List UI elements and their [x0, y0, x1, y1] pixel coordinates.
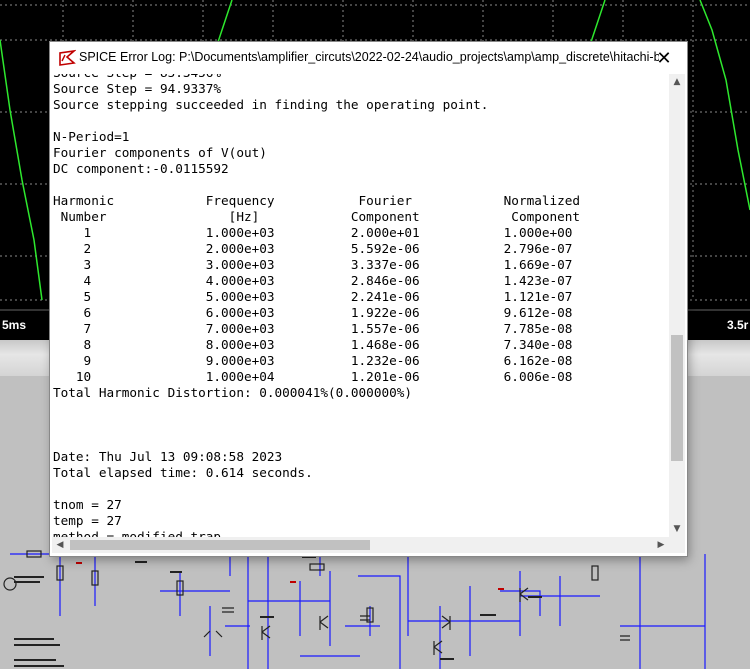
close-button[interactable]: ✕ [641, 42, 687, 74]
waveform-trace-4 [699, 0, 750, 211]
window-title: SPICE Error Log: P:\Documents\amplifier_… [79, 50, 659, 64]
scroll-up-arrow-icon[interactable]: ▲ [669, 74, 685, 90]
time-axis-label-right: 3.5r [727, 318, 749, 332]
vertical-scroll-thumb[interactable] [671, 335, 683, 461]
schematic-annotations [14, 556, 542, 667]
spice-error-log-window: SPICE Error Log: P:\Documents\amplifier_… [50, 42, 687, 556]
schematic-red-labels [76, 554, 504, 590]
ltspice-app-icon [59, 49, 76, 66]
waveform-trace-3 [589, 0, 606, 46]
horizontal-scrollbar[interactable]: ◀ ▶ [52, 537, 669, 553]
schematic-components [3, 550, 630, 655]
scroll-down-arrow-icon[interactable]: ▼ [669, 521, 685, 537]
waveform-trace [0, 39, 43, 301]
schematic-wires [10, 553, 706, 669]
log-text-area[interactable]: Source Step = 85.3456% Source Step = 94.… [52, 74, 669, 537]
scroll-right-arrow-icon[interactable]: ▶ [653, 537, 669, 553]
waveform-trace-2 [217, 0, 233, 43]
close-icon: ✕ [656, 47, 672, 69]
window-title-bar[interactable]: SPICE Error Log: P:\Documents\amplifier_… [50, 42, 687, 74]
horizontal-scroll-thumb[interactable] [70, 540, 370, 550]
scroll-left-arrow-icon[interactable]: ◀ [52, 537, 68, 553]
time-axis-label-left: 5ms [2, 318, 27, 332]
log-text: Source Step = 85.3456% Source Step = 94.… [53, 74, 581, 537]
scrollbar-corner [669, 537, 685, 553]
vertical-scrollbar[interactable]: ▲ ▼ [669, 74, 685, 537]
